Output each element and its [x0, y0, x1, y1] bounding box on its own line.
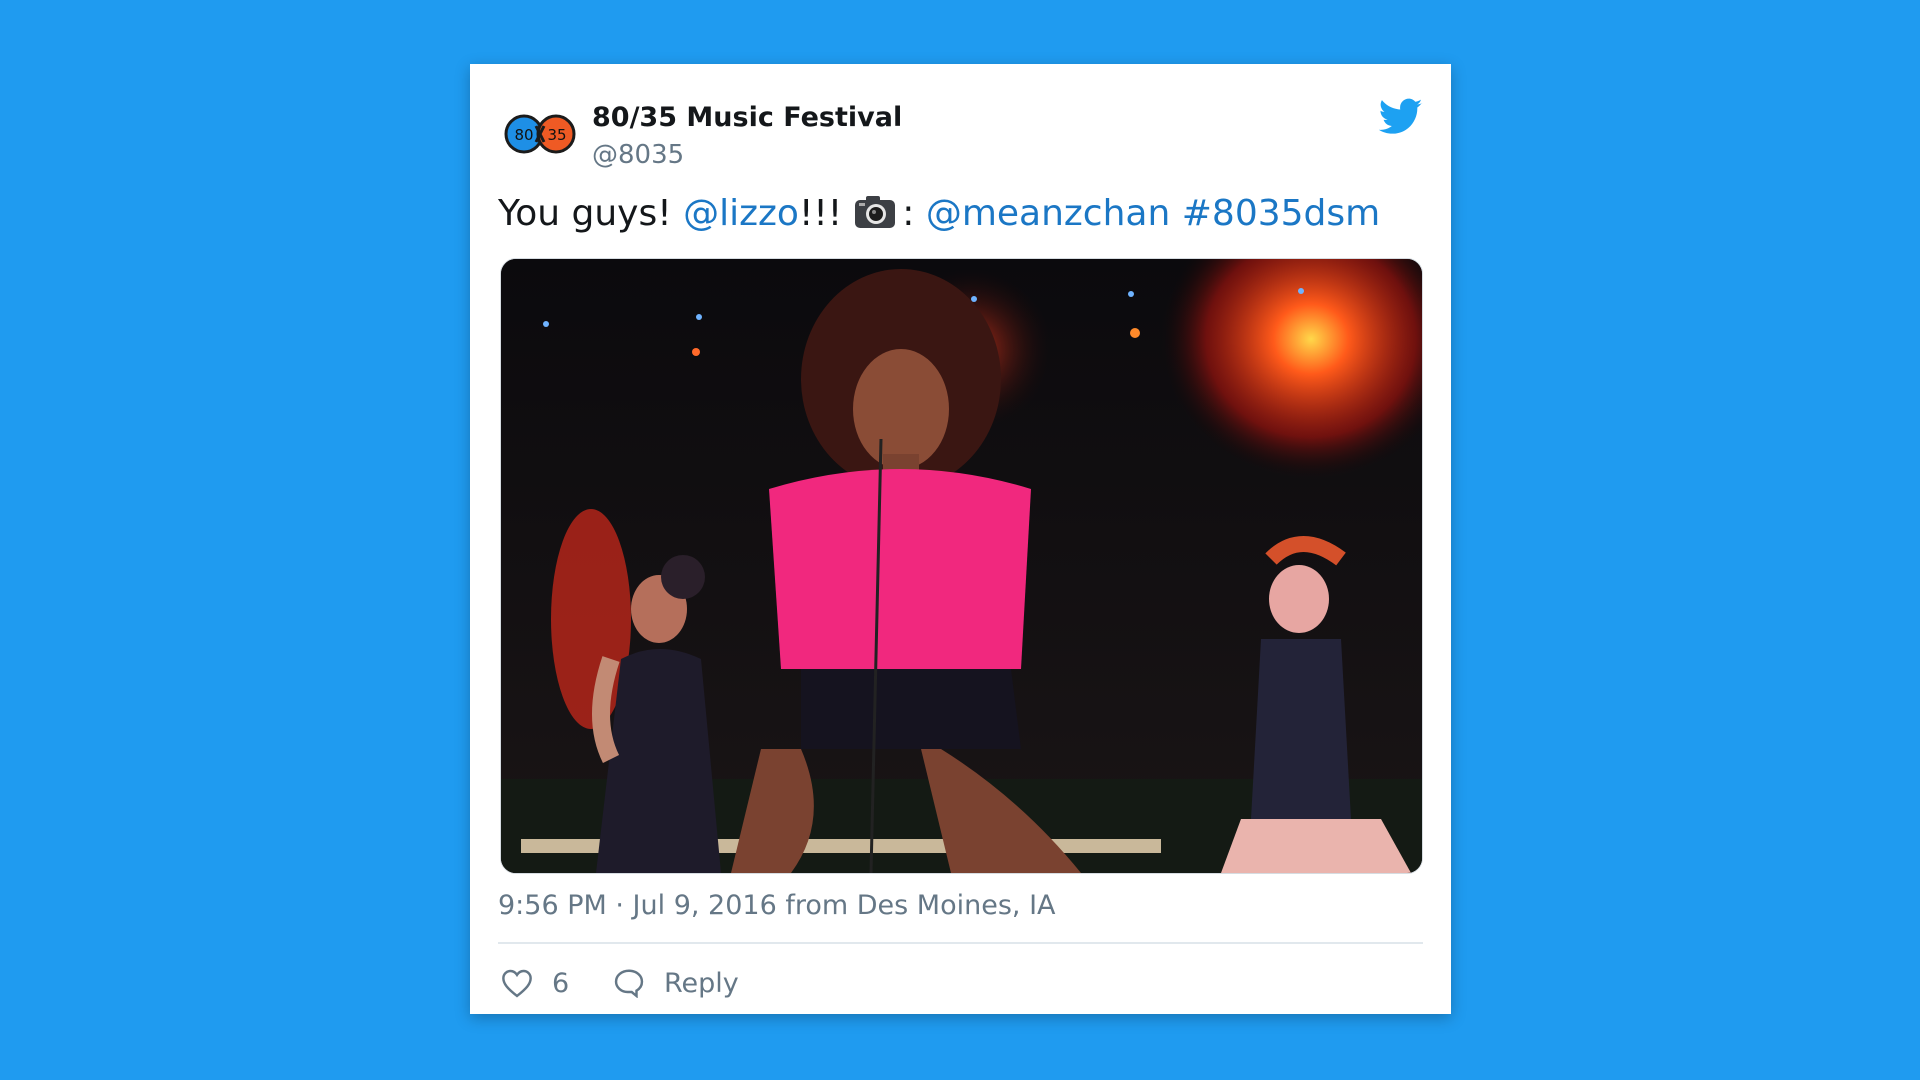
- tweet-actions: 6 Reply: [500, 960, 1421, 1006]
- mention-lizzo-link[interactable]: @lizzo: [683, 193, 799, 234]
- user-handle[interactable]: @8035: [592, 140, 684, 170]
- divider: [498, 942, 1423, 944]
- tweet-text-part: :: [902, 193, 926, 234]
- hashtag-link[interactable]: #8035dsm: [1182, 193, 1380, 234]
- like-button[interactable]: 6: [500, 960, 569, 1006]
- reply-label: Reply: [664, 967, 739, 999]
- camera-icon: [854, 194, 896, 242]
- display-name[interactable]: 80/35 Music Festival: [592, 102, 902, 133]
- tweet-text-part: !!!: [798, 193, 843, 234]
- speech-bubble-icon: [614, 969, 644, 998]
- avatar-text-left: 80: [514, 126, 533, 144]
- avatar-text-right: 35: [547, 126, 566, 144]
- mention-meanzchan-link[interactable]: @meanzchan: [926, 193, 1170, 234]
- tweet-text: You guys! @lizzo!!!: @meanzchan #8035dsm: [498, 190, 1380, 242]
- tweet-header: 80 35 80/35 Music Festival @8035: [504, 98, 1423, 170]
- tweet-timestamp[interactable]: 9:56 PM · Jul 9, 2016 from Des Moines, I…: [498, 890, 1056, 921]
- tweet-photo[interactable]: [500, 258, 1423, 874]
- reply-button[interactable]: Reply: [612, 960, 739, 1006]
- avatar[interactable]: 80 35: [504, 110, 578, 158]
- twitter-bird-icon[interactable]: [1378, 98, 1423, 136]
- heart-icon: [502, 969, 532, 998]
- tweet-text-part: You guys!: [498, 193, 684, 234]
- tweet-card: 80 35 80/35 Music Festival @8035 You guy…: [470, 64, 1451, 1014]
- like-count: 6: [552, 967, 570, 999]
